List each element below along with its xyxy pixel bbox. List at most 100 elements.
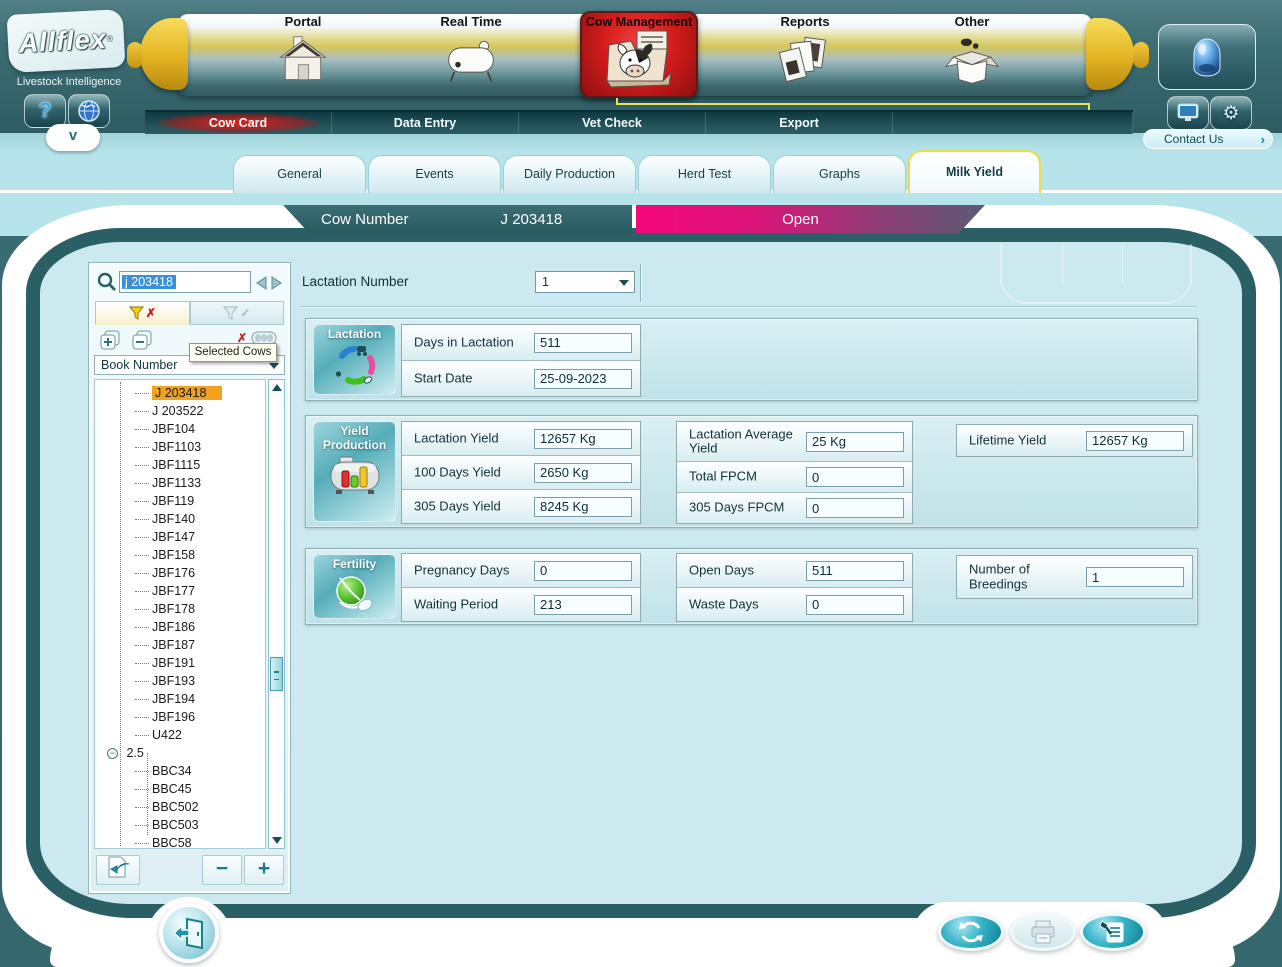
scroll-up-arrow[interactable]	[272, 384, 282, 391]
tree-item[interactable]: J 203522	[95, 402, 265, 420]
tree-item[interactable]: JBF187	[95, 636, 265, 654]
globe-icon	[77, 99, 101, 123]
tree-item-selected[interactable]: J 203418	[95, 384, 265, 402]
sidebar-footer: − +	[94, 855, 285, 887]
tree-item[interactable]: JBF1133	[95, 474, 265, 492]
tree-item[interactable]: JBF178	[95, 600, 265, 618]
lactation-yield-input[interactable]	[534, 429, 632, 449]
nav-item-real-time[interactable]: Real Time	[409, 14, 533, 92]
305-days-fpcm-input[interactable]	[806, 498, 904, 518]
milk-tank-chart-icon	[328, 453, 382, 497]
nav-item-reports[interactable]: Reports	[743, 14, 867, 92]
tree-item[interactable]: JBF119	[95, 492, 265, 510]
collapse-node-icon[interactable]: −	[107, 748, 118, 759]
tab-events[interactable]: Events	[368, 155, 501, 193]
waste-days-input[interactable]	[806, 595, 904, 615]
cow-number-bar: Cow Number J 203418	[283, 205, 632, 233]
scroll-down-arrow[interactable]	[272, 837, 282, 844]
tree-item[interactable]: JBF158	[95, 546, 265, 564]
tree-item[interactable]: JBF1115	[95, 456, 265, 474]
collapse-header-chevron[interactable]: v	[46, 124, 100, 151]
refresh-button[interactable]	[938, 913, 1004, 951]
exit-button[interactable]	[159, 903, 219, 963]
tree-item[interactable]: BBC58	[95, 834, 265, 849]
nav-item-portal[interactable]: Portal	[241, 14, 365, 92]
open-days-input[interactable]	[806, 561, 904, 581]
tree-item[interactable]: BBC34	[95, 762, 265, 780]
search-input[interactable]: j 203418	[119, 271, 251, 293]
tree-item[interactable]: JBF147	[95, 528, 265, 546]
tree-item[interactable]: JBF104	[95, 420, 265, 438]
search-value: j 203418	[122, 275, 176, 289]
tree-item[interactable]: JBF191	[95, 654, 265, 672]
tab-daily-production[interactable]: Daily Production	[503, 155, 636, 193]
chevron-down-icon	[619, 280, 629, 286]
305-days-yield-input[interactable]	[534, 497, 632, 517]
days-in-lactation-input[interactable]	[534, 333, 632, 353]
100-days-yield-input[interactable]	[534, 463, 632, 483]
tab-graphs[interactable]: Graphs	[773, 155, 906, 193]
tree-item[interactable]: JBF140	[95, 510, 265, 528]
fertility-panel: Fertility Pregnancy Days Waiting Period	[305, 548, 1198, 625]
selected-cows-tooltip: Selected Cows	[189, 343, 277, 362]
field-row: Lactation Yield	[402, 422, 640, 456]
expand-all-button[interactable]	[99, 329, 123, 351]
field-row: Pregnancy Days	[402, 554, 640, 588]
filter-apply-tab[interactable]: ✓	[190, 301, 285, 325]
display-button[interactable]	[1167, 96, 1209, 130]
subnav-vet-check[interactable]: Vet Check	[519, 112, 706, 134]
start-date-input[interactable]	[534, 369, 632, 389]
tab-general[interactable]: General	[233, 155, 366, 193]
add-cow-button[interactable]: +	[244, 855, 284, 885]
blue-tag-icon	[1190, 36, 1224, 78]
tree-subgroup[interactable]: − 2.5	[95, 744, 265, 762]
subnav-cow-card[interactable]: Cow Card	[145, 112, 332, 134]
tree-item-group: BBC34BBC45BBC502BBC503BBC58	[95, 762, 265, 849]
tab-milk-yield[interactable]: Milk Yield	[908, 150, 1041, 193]
prev-next-arrows[interactable]	[255, 275, 283, 291]
funnel-grey-icon	[223, 306, 238, 321]
tab-herd-test[interactable]: Herd Test	[638, 155, 771, 193]
lactation-average-yield-input[interactable]	[806, 432, 904, 452]
tree-item[interactable]: BBC502	[95, 798, 265, 816]
x-mark-icon: ✗	[146, 306, 156, 320]
remove-cow-button[interactable]: −	[202, 855, 242, 885]
tree-item[interactable]: JBF1103	[95, 438, 265, 456]
filter-clear-tab[interactable]: ✗	[95, 301, 190, 325]
tree-item[interactable]: JBF193	[95, 672, 265, 690]
notes-button[interactable]	[1080, 913, 1146, 951]
print-button[interactable]	[1010, 913, 1076, 951]
cow-status-value: Open	[782, 211, 819, 228]
help-button[interactable]: ?	[24, 94, 66, 128]
tree-item[interactable]: U422	[95, 726, 265, 744]
pregnancy-days-input[interactable]	[534, 561, 632, 581]
lactation-number-select[interactable]: 1	[535, 271, 635, 293]
lifetime-yield-input[interactable]	[1086, 431, 1184, 451]
tree-scrollbar[interactable]	[268, 379, 285, 849]
scr-device-button[interactable]	[1158, 24, 1256, 90]
waiting-period-input[interactable]	[534, 595, 632, 615]
web-button[interactable]	[68, 94, 110, 128]
collapse-all-button[interactable]	[131, 329, 155, 351]
export-list-button[interactable]	[96, 855, 140, 885]
notepad-pen-icon	[1099, 919, 1127, 945]
contact-us-button[interactable]: Contact Us ›	[1143, 129, 1273, 149]
nav-item-other[interactable]: Other	[910, 14, 1034, 92]
tree-item[interactable]: BBC503	[95, 816, 265, 834]
question-mark-icon: ?	[39, 99, 52, 123]
tree-item[interactable]: BBC45	[95, 780, 265, 798]
total-fpcm-input[interactable]	[806, 467, 904, 487]
field-row: Waiting Period	[402, 588, 640, 621]
number-of-breedings-input[interactable]	[1086, 567, 1184, 587]
subnav-empty	[893, 112, 1133, 134]
tree-item[interactable]: JBF186	[95, 618, 265, 636]
scroll-thumb[interactable]	[270, 657, 283, 691]
settings-button[interactable]: ⚙	[1210, 96, 1252, 130]
tree-item[interactable]: JBF176	[95, 564, 265, 582]
subnav-data-entry[interactable]: Data Entry	[332, 112, 519, 134]
tree-item[interactable]: JBF177	[95, 582, 265, 600]
nav-item-cow-management[interactable]: Cow Management	[580, 11, 698, 98]
subnav-export[interactable]: Export	[706, 112, 893, 134]
tree-item[interactable]: JBF194	[95, 690, 265, 708]
tree-item[interactable]: JBF196	[95, 708, 265, 726]
